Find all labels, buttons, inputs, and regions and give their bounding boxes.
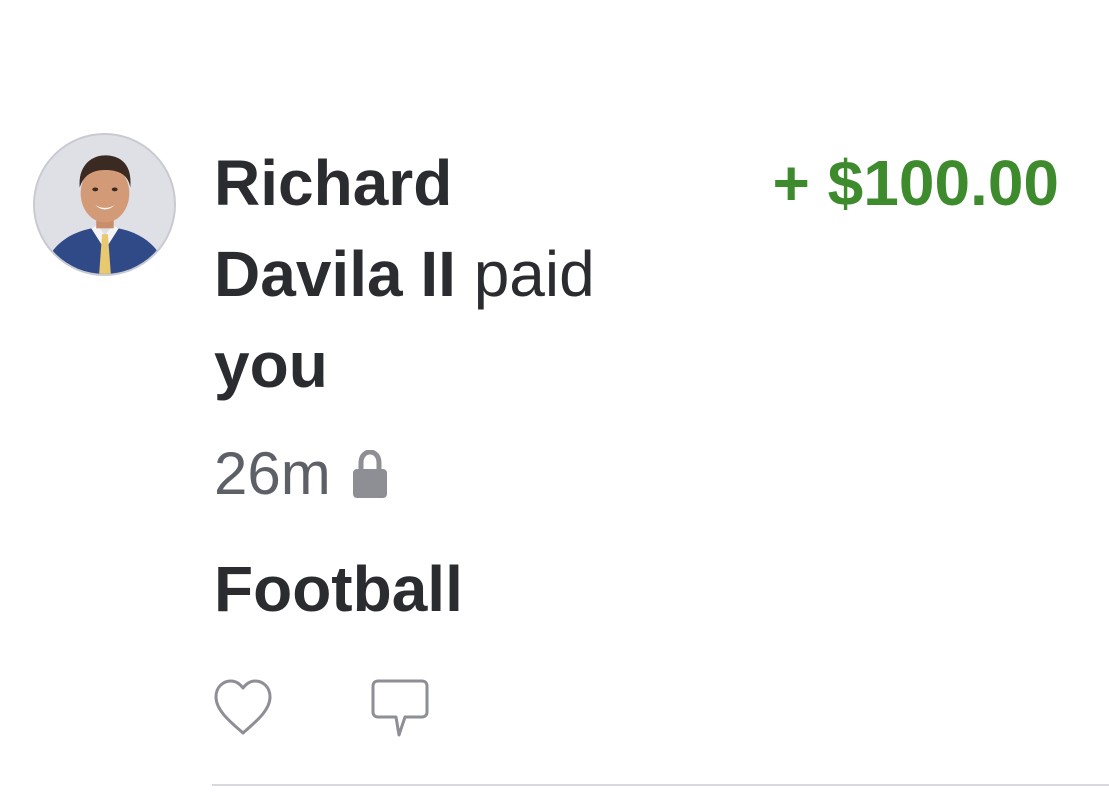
timestamp: 26m xyxy=(214,440,331,507)
heart-icon xyxy=(214,679,272,735)
like-button[interactable] xyxy=(212,677,274,739)
avatar[interactable] xyxy=(33,133,176,276)
comment-icon xyxy=(371,679,429,737)
actor-name-line2[interactable]: Davila II xyxy=(214,238,456,310)
comment-button[interactable] xyxy=(369,677,431,739)
lock-icon xyxy=(352,450,387,498)
story-actions xyxy=(212,677,431,739)
story-title: Richard Davila II paid you xyxy=(214,138,654,411)
payment-note: Football xyxy=(214,553,463,625)
payment-story[interactable]: Richard Davila II paid you + $100.00 26m… xyxy=(0,0,1109,798)
divider xyxy=(212,784,1109,786)
payment-amount: + $100.00 xyxy=(772,147,1060,219)
actor-name-line1[interactable]: Richard xyxy=(214,147,452,219)
story-meta: 26m xyxy=(214,438,387,510)
avatar-photo xyxy=(35,135,174,274)
action-verb: paid xyxy=(473,238,595,310)
target-name: you xyxy=(214,329,328,401)
